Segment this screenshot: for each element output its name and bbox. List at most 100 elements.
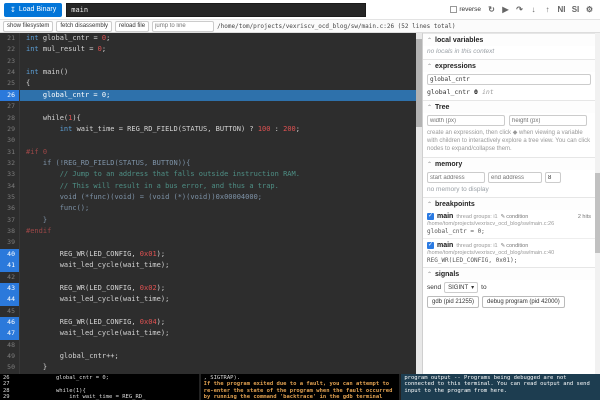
source-line[interactable]: 46 REG_WR(LED_CONFIG, 0x04);: [0, 317, 416, 328]
source-line[interactable]: 37 }: [0, 215, 416, 226]
line-number[interactable]: 35: [0, 192, 20, 203]
next-instruction-button[interactable]: NI: [555, 3, 568, 17]
step-instruction-button[interactable]: SI: [569, 3, 582, 17]
breakpoint-item[interactable]: ✓mainthread groups: i1✎condition/home/to…: [423, 238, 595, 267]
line-number[interactable]: 31: [0, 147, 20, 158]
line-number[interactable]: 27: [0, 101, 20, 112]
show-filesystem-button[interactable]: show filesystem: [3, 21, 53, 32]
source-line[interactable]: 25{: [0, 78, 416, 89]
line-number[interactable]: 47: [0, 328, 20, 339]
line-number[interactable]: 29: [0, 124, 20, 135]
breakpoint-enabled-checkbox[interactable]: ✓: [427, 213, 434, 220]
line-number[interactable]: 40: [0, 249, 20, 260]
continue-icon[interactable]: ▶: [499, 3, 512, 17]
settings-icon[interactable]: ⚙: [583, 3, 596, 17]
line-number[interactable]: 23: [0, 56, 20, 67]
jump-to-line-input[interactable]: [152, 21, 214, 32]
line-number[interactable]: 42: [0, 272, 20, 283]
memory-end-address-input[interactable]: [488, 172, 542, 183]
line-number[interactable]: 37: [0, 215, 20, 226]
reverse-toggle[interactable]: reverse: [450, 6, 481, 13]
source-line[interactable]: 32 if (!REG_RD_FIELD(STATUS, BUTTON)){: [0, 158, 416, 169]
source-line[interactable]: 43 REG_WR(LED_CONFIG, 0x02);: [0, 283, 416, 294]
line-number[interactable]: 36: [0, 203, 20, 214]
source-line[interactable]: 30: [0, 135, 416, 146]
breakpoint-condition-button[interactable]: ✎condition: [501, 243, 529, 249]
line-number[interactable]: 48: [0, 340, 20, 351]
line-number[interactable]: 43: [0, 283, 20, 294]
collapse-caret-icon[interactable]: ⌃: [427, 37, 432, 44]
breakpoint-condition-button[interactable]: ✎condition: [501, 214, 529, 220]
line-number[interactable]: 24: [0, 67, 20, 78]
source-line[interactable]: 29 int wait_time = REG_RD_FIELD(STATUS, …: [0, 124, 416, 135]
gdb-terminal[interactable]: 26 global_cntr = 0;2728 while(1){29 int …: [0, 374, 199, 400]
tree-width-input[interactable]: [427, 115, 505, 126]
sidebar-scrollbar[interactable]: [595, 33, 600, 374]
local-variables-header[interactable]: ⌃ local variables: [423, 34, 595, 46]
line-number[interactable]: 38: [0, 226, 20, 237]
signal-target-button[interactable]: debug program (pid 42000): [482, 296, 565, 308]
source-line[interactable]: 35 void (*func)(void) = (void (*)(void))…: [0, 192, 416, 203]
run-icon[interactable]: ↻: [485, 3, 498, 17]
source-line[interactable]: 22int mul_result = 0;: [0, 44, 416, 55]
step-icon[interactable]: ↓: [527, 3, 540, 17]
source-line[interactable]: 39: [0, 237, 416, 248]
source-line[interactable]: 41 wait_led_cycle(wait_time);: [0, 260, 416, 271]
signal-target-button[interactable]: gdb (pid 21255): [427, 296, 479, 308]
signal-select[interactable]: SIGINT ▾: [444, 282, 478, 293]
breakpoints-header[interactable]: ⌃ breakpoints: [423, 198, 595, 210]
line-number[interactable]: 41: [0, 260, 20, 271]
binary-path-input[interactable]: [66, 3, 366, 17]
line-number[interactable]: 21: [0, 33, 20, 44]
source-line[interactable]: 38#endif: [0, 226, 416, 237]
source-line[interactable]: 27: [0, 101, 416, 112]
signals-header[interactable]: ⌃ signals: [423, 268, 595, 280]
collapse-caret-icon[interactable]: ⌃: [427, 104, 432, 111]
next-icon[interactable]: ↷: [513, 3, 526, 17]
expression-input[interactable]: [427, 74, 591, 85]
source-line[interactable]: 23: [0, 56, 416, 67]
source-line[interactable]: 49 global_cntr++;: [0, 351, 416, 362]
line-number[interactable]: 22: [0, 44, 20, 55]
line-number[interactable]: 50: [0, 362, 20, 373]
breakpoint-item[interactable]: ✓mainthread groups: i1✎condition2 hits/h…: [423, 210, 595, 238]
line-number[interactable]: 46: [0, 317, 20, 328]
memory-bytes-per-line-input[interactable]: [545, 172, 561, 183]
source-line[interactable]: 28 while(1){: [0, 113, 416, 124]
return-icon[interactable]: ↑: [541, 3, 554, 17]
memory-header[interactable]: ⌃ memory: [423, 158, 595, 170]
source-line[interactable]: 40 REG_WR(LED_CONFIG, 0x01);: [0, 249, 416, 260]
line-number[interactable]: 25: [0, 78, 20, 89]
line-number[interactable]: 28: [0, 113, 20, 124]
breakpoint-enabled-checkbox[interactable]: ✓: [427, 242, 434, 249]
memory-start-address-input[interactable]: [427, 172, 485, 183]
line-number[interactable]: 32: [0, 158, 20, 169]
source-line[interactable]: 45: [0, 306, 416, 317]
source-line[interactable]: 33 // Jump to an address that falls outs…: [0, 169, 416, 180]
line-number[interactable]: 34: [0, 181, 20, 192]
console-terminal[interactable]: , SIGTRAP). If the program exited due to…: [199, 374, 400, 400]
source-line[interactable]: 21int global_cntr = 0;: [0, 33, 416, 44]
line-number[interactable]: 33: [0, 169, 20, 180]
line-number[interactable]: 26: [0, 90, 20, 101]
source-line[interactable]: 47 wait_led_cycle(wait_time);: [0, 328, 416, 339]
source-line[interactable]: 36 func();: [0, 203, 416, 214]
line-number[interactable]: 45: [0, 306, 20, 317]
line-number[interactable]: 49: [0, 351, 20, 362]
expression-row[interactable]: global_cntr0int: [427, 85, 591, 96]
tree-header[interactable]: ⌃ Tree: [423, 101, 595, 113]
source-line[interactable]: 50 }: [0, 362, 416, 373]
line-number[interactable]: 30: [0, 135, 20, 146]
collapse-caret-icon[interactable]: ⌃: [427, 201, 432, 208]
source-line[interactable]: 44 wait_led_cycle(wait_time);: [0, 294, 416, 305]
line-number[interactable]: 44: [0, 294, 20, 305]
source-line[interactable]: 24int main(): [0, 67, 416, 78]
expressions-header[interactable]: ⌃ expressions: [423, 60, 595, 72]
program-output-terminal[interactable]: program output -- Programs being debugge…: [399, 374, 600, 400]
source-line[interactable]: 26 global_cntr = 0;: [0, 90, 416, 101]
reload-file-button[interactable]: reload file: [115, 21, 149, 32]
sidebar-scrollbar-thumb[interactable]: [595, 173, 600, 253]
reverse-checkbox[interactable]: [450, 6, 457, 13]
source-line[interactable]: 31#if 0: [0, 147, 416, 158]
line-number[interactable]: 39: [0, 237, 20, 248]
